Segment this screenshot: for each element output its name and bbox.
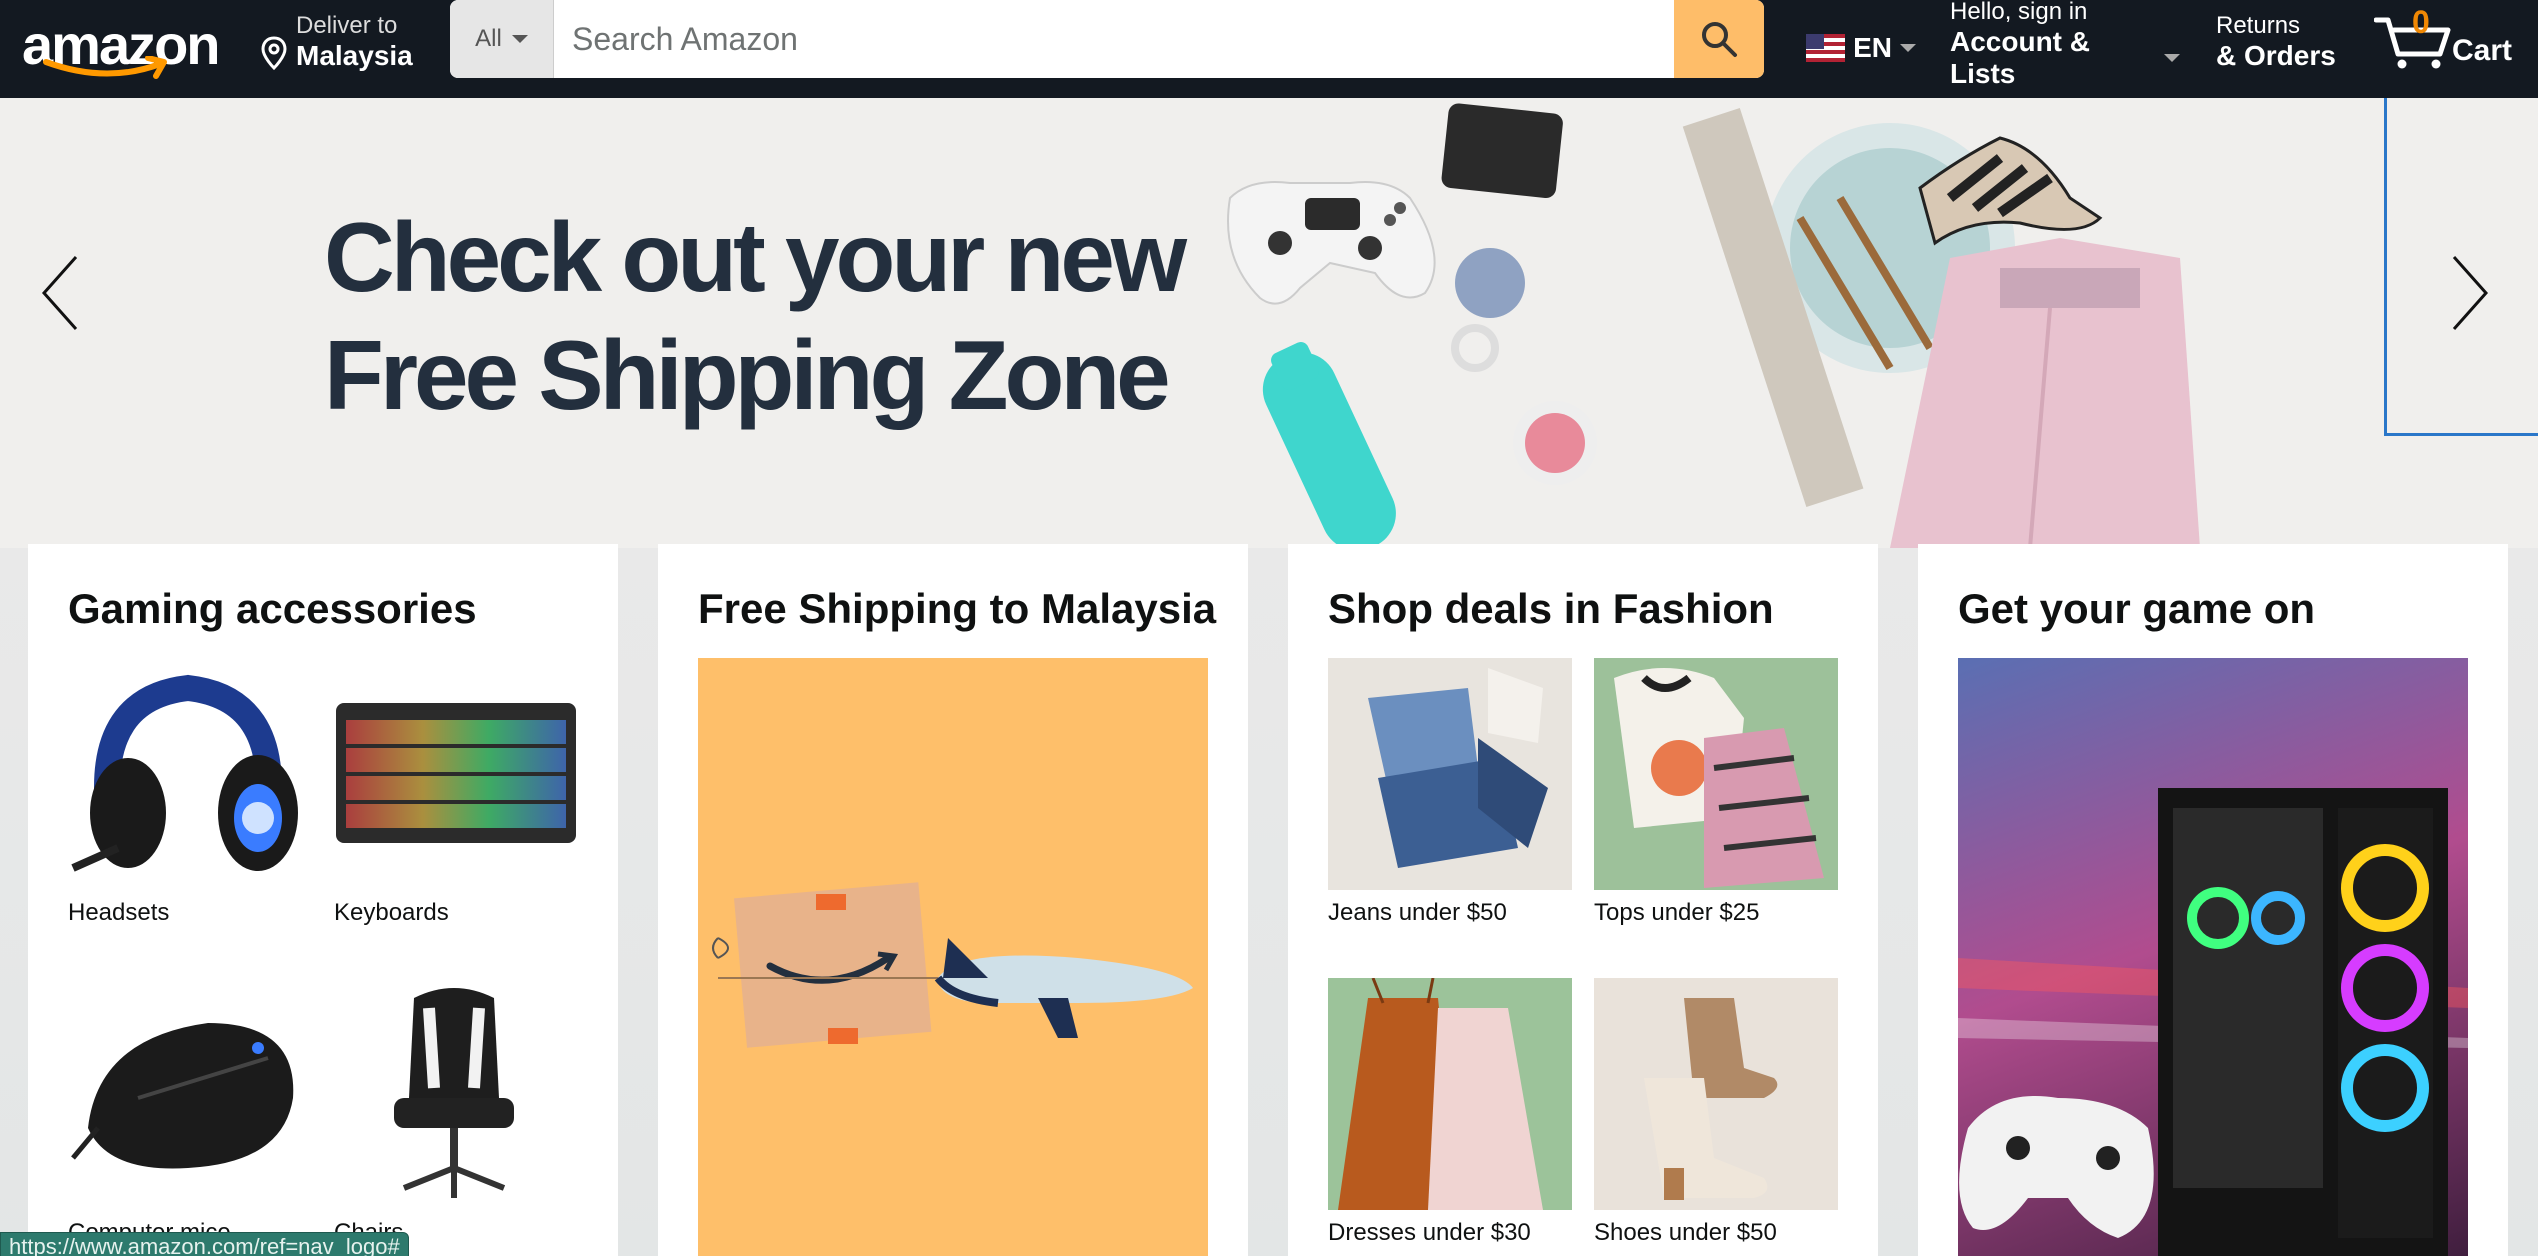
search-button[interactable] — [1674, 0, 1764, 78]
package-airplane-image — [698, 658, 1208, 1256]
hero-headline-line2: Free Shipping Zone — [324, 320, 1171, 430]
card-fashion-deals: Shop deals in Fashion Jeans under $50 To… — [1288, 544, 1878, 1256]
search-icon — [1702, 22, 1737, 57]
quad-item-headsets[interactable]: Headsets — [68, 658, 312, 928]
quad-item-label: Keyboards — [334, 899, 449, 926]
us-flag-icon — [1806, 34, 1846, 62]
quad-item-computer-mice[interactable]: Computer mice — [68, 978, 312, 1248]
hero-carousel[interactable]: Check out your new Free Shipping Zone — [0, 98, 2538, 548]
gaming-pc-image — [1958, 658, 2468, 1256]
hero-headline: Check out your new Free Shipping Zone — [324, 198, 1224, 434]
card-gaming-accessories: Gaming accessories Headsets Keyboards — [28, 544, 618, 1256]
browser-status-url: https://www.amazon.com/ref=nav_logo# — [0, 1232, 409, 1256]
hero-products-image — [1227, 103, 2200, 548]
location-pin-icon — [261, 36, 287, 70]
quad-item-dresses[interactable]: Dresses under $30 — [1328, 978, 1572, 1248]
chair-image — [334, 978, 578, 1210]
quad-item-shoes[interactable]: Shoes under $50 — [1594, 978, 1838, 1248]
quad-item-jeans[interactable]: Jeans under $50 — [1328, 658, 1572, 928]
top-nav-bar: amazon Deliver to Malaysia All EN — [0, 0, 2538, 98]
hero-headline-line1: Check out your new — [324, 202, 1187, 312]
carousel-focus-outline — [2384, 98, 2538, 436]
quad-item-label: Dresses under $30 — [1328, 1219, 1531, 1246]
quad-item-tops[interactable]: Tops under $25 — [1594, 658, 1838, 928]
mouse-image — [68, 978, 312, 1210]
account-and-lists[interactable]: Hello, sign in Account & Lists — [1950, 0, 2180, 89]
search-category-value: All — [475, 25, 502, 52]
card-game-on[interactable]: Get your game on — [1918, 544, 2508, 1256]
tops-image — [1594, 658, 1838, 890]
account-greeting: Hello, sign in — [1950, 0, 2088, 25]
quad-item-chairs[interactable]: Chairs — [334, 978, 578, 1248]
chevron-down-icon — [511, 35, 528, 43]
amazon-logo[interactable]: amazon — [22, 2, 232, 88]
shoes-image — [1594, 978, 1838, 1210]
chevron-down-icon — [2164, 54, 2180, 62]
card-title: Shop deals in Fashion — [1328, 585, 1774, 632]
card-free-shipping[interactable]: Free Shipping to Malaysia — [658, 544, 1248, 1256]
chevron-left-icon — [41, 256, 78, 330]
jeans-image — [1328, 658, 1572, 890]
account-lists-label: Account & Lists — [1950, 26, 2090, 89]
search-input[interactable] — [554, 0, 1674, 78]
smile-arrow-icon — [43, 56, 167, 79]
cart-count: 0 — [2412, 4, 2430, 40]
cart-label: Cart — [2452, 34, 2513, 67]
deliver-country: Malaysia — [296, 40, 413, 71]
carousel-prev-button[interactable] — [30, 248, 90, 338]
quad-item-keyboards[interactable]: Keyboards — [334, 658, 578, 928]
cart-button[interactable]: 0 Cart — [2374, 0, 2534, 90]
language-selector[interactable]: EN — [1806, 18, 1916, 78]
headset-image — [68, 658, 312, 890]
quad-item-label: Shoes under $50 — [1594, 1219, 1777, 1246]
search-category-select[interactable]: All — [450, 0, 554, 78]
returns-label: Returns — [2216, 12, 2301, 39]
search-bar: All — [450, 0, 1764, 78]
card-title: Get your game on — [1958, 585, 2316, 632]
keyboard-image — [334, 658, 578, 890]
deliver-label: Deliver to — [296, 12, 398, 39]
quad-item-label: Headsets — [68, 899, 170, 926]
orders-label: & Orders — [2216, 40, 2336, 71]
quad-item-label: Jeans under $50 — [1328, 899, 1507, 926]
deliver-to-location[interactable]: Deliver to Malaysia — [258, 6, 428, 78]
returns-and-orders[interactable]: Returns & Orders — [2216, 6, 2356, 78]
quad-item-label: Tops under $25 — [1594, 899, 1760, 926]
chevron-down-icon — [1900, 44, 1916, 52]
card-title: Gaming accessories — [68, 585, 477, 632]
language-code: EN — [1853, 32, 1892, 63]
controller-image — [1227, 181, 1436, 305]
card-title: Free Shipping to Malaysia — [698, 585, 1217, 632]
dresses-image — [1328, 978, 1572, 1210]
